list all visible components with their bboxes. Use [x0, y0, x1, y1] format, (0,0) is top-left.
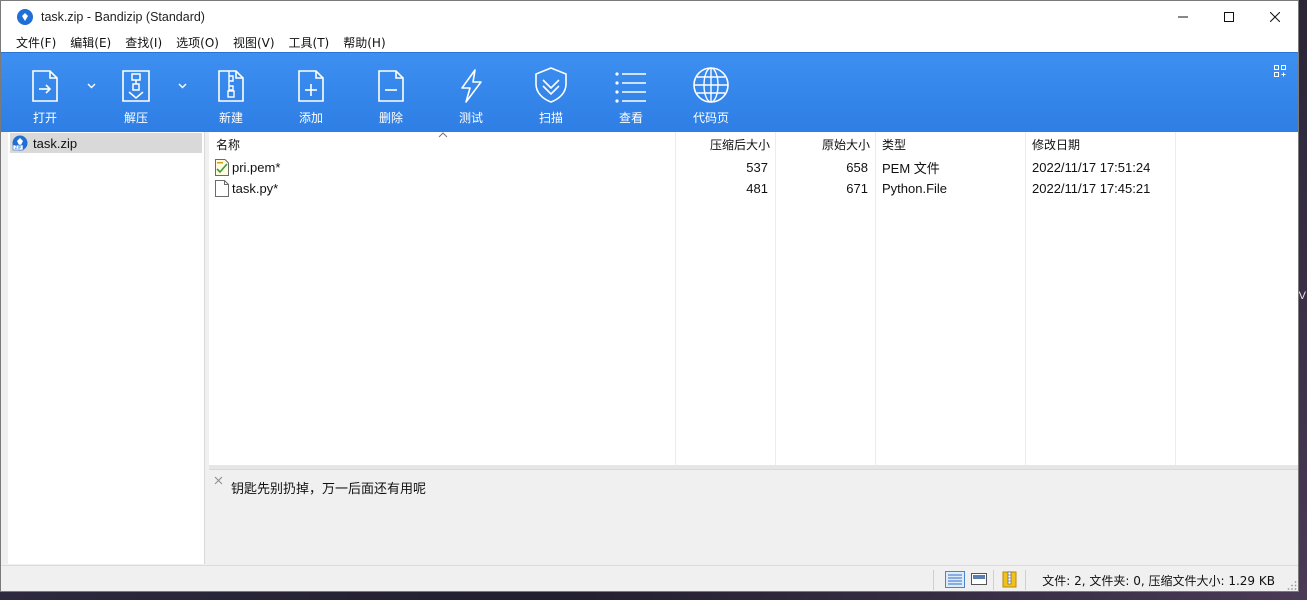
open-dropdown-arrow[interactable]: [85, 81, 97, 91]
close-icon: [1270, 11, 1280, 22]
menu-view[interactable]: 视图(V): [226, 34, 282, 51]
file-list[interactable]: 名称 压缩后大小 原始大小 类型 修改日期 pri.pem* 537 658 P…: [209, 132, 1298, 465]
column-header-modified[interactable]: 修改日期: [1032, 132, 1172, 156]
file-name: task.py*: [232, 181, 279, 196]
archive-comment-pane: 钥匙先别扔掉，万一后面还有用呢: [209, 469, 1298, 564]
window-controls: [1160, 1, 1298, 32]
delete-file-icon: [378, 70, 404, 102]
column-header-compressed[interactable]: 压缩后大小: [675, 132, 770, 156]
details-view-icon[interactable]: [945, 571, 965, 588]
file-type: Python.File: [882, 181, 948, 196]
preview-pane-icon[interactable]: [971, 571, 987, 587]
chevron-down-icon: [87, 83, 95, 89]
layout-toggle-button[interactable]: [1274, 65, 1286, 80]
status-summary: 文件: 2, 文件夹: 0, 压缩文件大小: 1.29 KB: [1042, 574, 1275, 588]
file-compressed-size: 537: [746, 160, 768, 175]
column-original-label: 原始大小: [821, 137, 870, 152]
status-bar: 文件: 2, 文件夹: 0, 压缩文件大小: 1.29 KB: [1, 565, 1298, 591]
list-icon: [615, 72, 646, 103]
menu-file[interactable]: 文件(F): [9, 34, 63, 51]
new-archive-icon: [218, 70, 244, 102]
delete-label: 删除: [378, 111, 403, 125]
extract-button[interactable]: 解压: [101, 53, 171, 133]
title-bar[interactable]: task.zip - Bandizip (Standard): [1, 1, 1298, 32]
globe-icon: [693, 67, 729, 103]
new-archive-label: 新建: [218, 111, 243, 125]
status-divider: [933, 570, 934, 590]
menu-tools[interactable]: 工具(T): [282, 34, 337, 51]
view-button[interactable]: 查看: [596, 53, 666, 133]
close-button[interactable]: [1252, 1, 1298, 32]
archive-comment-text: 钥匙先别扔掉，万一后面还有用呢: [231, 482, 427, 497]
bandizip-window: task.zip - Bandizip (Standard) 文件(F) 编辑(…: [0, 0, 1299, 592]
extract-label: 解压: [123, 111, 148, 125]
maximize-icon: [1224, 11, 1234, 22]
menu-bar: 文件(F) 编辑(E) 查找(I) 选项(O) 视图(V) 工具(T) 帮助(H…: [1, 32, 1298, 52]
scan-button[interactable]: 扫描: [516, 53, 586, 133]
window-title: task.zip - Bandizip (Standard): [41, 9, 205, 24]
column-header-type[interactable]: 类型: [882, 132, 1022, 156]
minimize-button[interactable]: [1160, 1, 1206, 32]
main-area: ZIP task.zip 名称 压缩后大小 原始大小 类型 修改日期 pri.p…: [1, 132, 1298, 564]
toolbar: 打开 解压 新建 添加 删除 测试 扫描 查看 代码页: [1, 52, 1298, 132]
file-original-size: 658: [846, 160, 868, 175]
extract-zip-icon: [122, 70, 150, 102]
lightning-icon: [461, 69, 482, 103]
svg-text:ZIP: ZIP: [15, 145, 22, 150]
file-modified-date: 2022/11/17 17:45:21: [1032, 181, 1151, 196]
file-modified-date: 2022/11/17 17:51:24: [1032, 160, 1151, 175]
certificate-file-icon: [215, 159, 229, 176]
blank-file-icon: [215, 180, 229, 197]
tree-item-root[interactable]: ZIP task.zip: [10, 133, 202, 153]
file-compressed-size: 481: [746, 181, 768, 196]
menu-find[interactable]: 查找(I): [118, 34, 169, 51]
status-divider: [1025, 570, 1026, 590]
resize-grip-icon[interactable]: [1287, 580, 1297, 590]
shield-icon: [535, 67, 567, 103]
column-header-original[interactable]: 原始大小: [776, 132, 870, 156]
chevron-down-icon: [178, 83, 186, 89]
extract-dropdown-arrow[interactable]: [176, 81, 188, 91]
scan-label: 扫描: [538, 111, 563, 125]
new-archive-button[interactable]: 新建: [196, 53, 266, 133]
open-button[interactable]: 打开: [10, 53, 80, 133]
menu-help[interactable]: 帮助(H): [336, 34, 392, 51]
add-file-icon: [298, 70, 324, 102]
layout-grid-icon: [1274, 65, 1286, 77]
bandizip-app-icon[interactable]: [17, 8, 33, 25]
minimize-icon: [1178, 16, 1188, 17]
delete-button[interactable]: 删除: [356, 53, 426, 133]
file-name: pri.pem*: [232, 160, 281, 175]
maximize-button[interactable]: [1206, 1, 1252, 32]
open-label: 打开: [32, 111, 57, 125]
test-label: 测试: [458, 111, 483, 125]
add-label: 添加: [298, 111, 323, 125]
menu-edit[interactable]: 编辑(E): [63, 34, 118, 51]
folder-tree-pane[interactable]: ZIP task.zip: [8, 132, 205, 564]
codepage-button[interactable]: 代码页: [676, 53, 746, 133]
test-button[interactable]: 测试: [436, 53, 506, 133]
column-name-label: 名称: [216, 137, 241, 152]
menu-options[interactable]: 选项(O): [169, 34, 226, 51]
column-modified-label: 修改日期: [1032, 137, 1081, 152]
archive-info-icon[interactable]: [1002, 571, 1018, 588]
open-icon: [32, 70, 58, 102]
tree-root-label: task.zip: [33, 135, 78, 151]
sort-ascending-icon: [438, 132, 448, 138]
status-divider: [993, 570, 994, 590]
view-label: 查看: [618, 111, 643, 125]
codepage-label: 代码页: [692, 111, 729, 125]
table-row[interactable]: pri.pem* 537 658 PEM 文件 2022/11/17 17:51…: [209, 157, 1298, 178]
table-row[interactable]: task.py* 481 671 Python.File 2022/11/17 …: [209, 178, 1298, 199]
zip-archive-icon: ZIP: [12, 135, 28, 151]
column-type-label: 类型: [882, 137, 907, 152]
add-button[interactable]: 添加: [276, 53, 346, 133]
column-compressed-label: 压缩后大小: [709, 137, 770, 152]
file-type: PEM 文件: [882, 161, 940, 176]
file-original-size: 671: [846, 181, 868, 196]
desktop-edge-text: V: [1298, 290, 1306, 302]
close-icon[interactable]: [214, 476, 223, 485]
